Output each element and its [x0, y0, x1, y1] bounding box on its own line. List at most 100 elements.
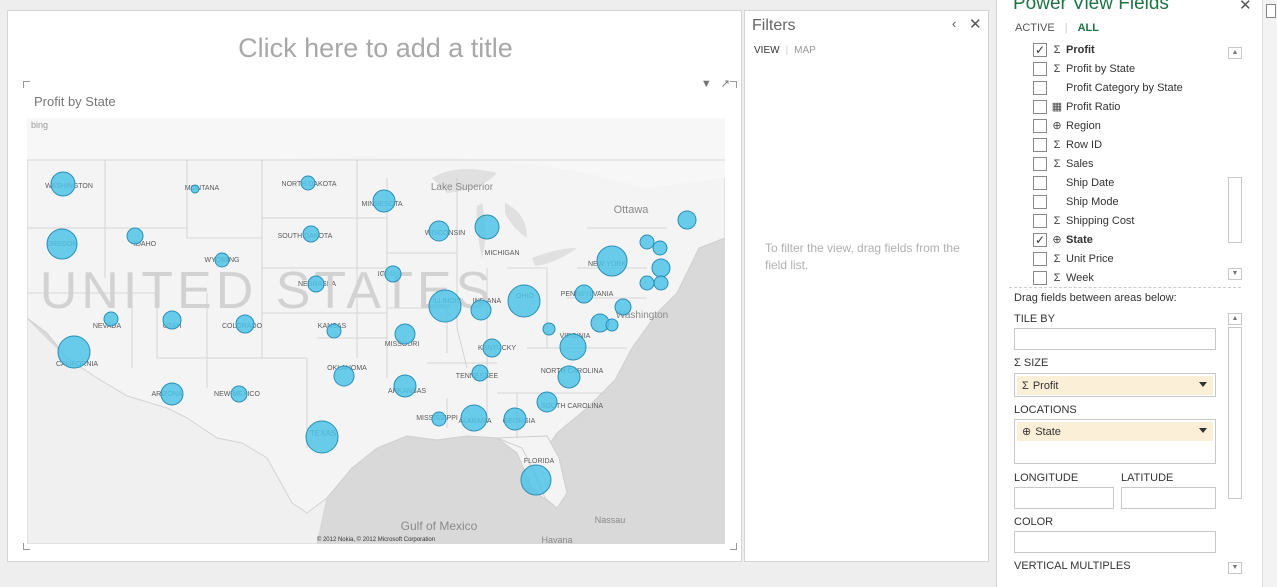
- field-item[interactable]: Σ Profit by State: [1033, 59, 1233, 78]
- profit-bubble[interactable]: [162, 310, 182, 330]
- locations-dropzone[interactable]: ⊕ State: [1014, 419, 1216, 464]
- field-list-scrollbar[interactable]: [1228, 177, 1242, 243]
- close-icon[interactable]: ✕: [969, 15, 982, 33]
- profit-bubble[interactable]: [333, 365, 355, 387]
- profit-bubble[interactable]: [372, 189, 396, 213]
- profit-bubble[interactable]: [230, 385, 248, 403]
- profit-bubble[interactable]: [235, 314, 255, 334]
- chevron-left-icon[interactable]: ‹: [952, 16, 956, 31]
- profit-bubble[interactable]: [482, 338, 502, 358]
- profit-bubble[interactable]: [394, 323, 416, 345]
- profit-bubble[interactable]: [474, 214, 500, 240]
- profit-bubble[interactable]: [305, 420, 339, 454]
- field-checkbox[interactable]: [1033, 175, 1047, 190]
- report-title-placeholder[interactable]: Click here to add a title: [8, 33, 743, 64]
- field-item[interactable]: ✓ ⊕ State: [1033, 230, 1233, 249]
- profit-bubble[interactable]: [214, 252, 230, 268]
- latitude-dropzone[interactable]: [1121, 487, 1216, 509]
- field-item[interactable]: Profit Category by State: [1033, 78, 1233, 97]
- size-dropzone[interactable]: Σ Profit: [1014, 373, 1216, 397]
- field-item[interactable]: Σ Shipping Cost: [1033, 211, 1233, 230]
- profit-bubble[interactable]: [103, 311, 119, 327]
- color-dropzone[interactable]: [1014, 531, 1216, 553]
- field-checkbox[interactable]: [1033, 80, 1047, 95]
- close-icon[interactable]: ✕: [1239, 0, 1252, 14]
- field-checkbox[interactable]: [1033, 270, 1047, 285]
- areas-scroll-down-button[interactable]: ▼: [1228, 562, 1242, 574]
- filter-icon[interactable]: ▼: [701, 78, 712, 90]
- map-area[interactable]: WASHINGTONMONTANANORTH DAKOTAMINNESOTASO…: [27, 118, 725, 544]
- profit-bubble[interactable]: [503, 407, 527, 431]
- scroll-up-button[interactable]: ▲: [1228, 47, 1242, 59]
- profit-bubble[interactable]: [431, 411, 447, 427]
- field-checkbox[interactable]: ✓: [1033, 232, 1047, 247]
- profit-bubble[interactable]: [470, 299, 492, 321]
- profit-bubble[interactable]: [302, 225, 320, 243]
- tab-all[interactable]: ALL: [1078, 22, 1099, 34]
- profit-bubble[interactable]: [639, 234, 655, 250]
- profit-bubble[interactable]: [652, 240, 668, 256]
- field-item[interactable]: Ship Mode: [1033, 192, 1233, 211]
- profit-bubble[interactable]: [605, 318, 619, 332]
- areas-scroll-up-button[interactable]: ▲: [1228, 313, 1242, 325]
- profit-bubble[interactable]: [651, 258, 671, 278]
- profit-bubble[interactable]: [559, 333, 587, 361]
- profit-bubble[interactable]: [542, 322, 556, 336]
- field-item[interactable]: ✓ Σ Profit: [1033, 40, 1233, 59]
- profit-bubble[interactable]: [307, 275, 325, 293]
- locations-field-state[interactable]: ⊕ State: [1017, 422, 1213, 441]
- size-field-profit[interactable]: Σ Profit: [1017, 376, 1213, 395]
- dropdown-arrow-icon[interactable]: [1199, 428, 1207, 433]
- profit-bubble[interactable]: [471, 364, 489, 382]
- profit-bubble[interactable]: [50, 171, 76, 197]
- profit-bubble[interactable]: [428, 289, 462, 323]
- field-item[interactable]: Ship Date: [1033, 173, 1233, 192]
- field-item[interactable]: ⊕ Region: [1033, 116, 1233, 135]
- field-checkbox[interactable]: [1033, 118, 1047, 133]
- field-item[interactable]: ▦ Profit Ratio: [1033, 97, 1233, 116]
- dropdown-arrow-icon[interactable]: [1199, 382, 1207, 387]
- restore-box[interactable]: [1266, 4, 1276, 18]
- profit-bubble[interactable]: [507, 284, 541, 318]
- profit-bubble[interactable]: [126, 227, 144, 245]
- longitude-dropzone[interactable]: [1014, 487, 1114, 509]
- profit-bubble[interactable]: [428, 220, 450, 242]
- field-checkbox[interactable]: [1033, 99, 1047, 114]
- profit-bubble[interactable]: [520, 464, 552, 496]
- tab-map[interactable]: MAP: [794, 45, 816, 56]
- scroll-down-button[interactable]: ▼: [1228, 268, 1242, 280]
- profit-bubble[interactable]: [300, 175, 316, 191]
- field-item[interactable]: Σ Sales: [1033, 154, 1233, 173]
- profit-bubble[interactable]: [326, 323, 342, 339]
- pop-out-icon[interactable]: ↗: [721, 78, 730, 90]
- profit-bubble[interactable]: [57, 335, 91, 369]
- tile-by-dropzone[interactable]: [1014, 328, 1216, 350]
- profit-bubble[interactable]: [536, 391, 558, 413]
- map-visualization[interactable]: Profit by State ▼ ↗ MONTANA NORTH DAKOTA…: [23, 78, 737, 550]
- profit-bubble[interactable]: [574, 284, 594, 304]
- field-checkbox[interactable]: [1033, 251, 1047, 266]
- profit-bubble[interactable]: [190, 184, 200, 194]
- field-item[interactable]: Σ Row ID: [1033, 135, 1233, 154]
- areas-scrollbar[interactable]: [1228, 327, 1242, 499]
- profit-bubble[interactable]: [677, 210, 697, 230]
- profit-bubble[interactable]: [160, 382, 184, 406]
- profit-bubble[interactable]: [614, 298, 632, 316]
- field-checkbox[interactable]: [1033, 137, 1047, 152]
- profit-bubble[interactable]: [384, 265, 402, 283]
- field-checkbox[interactable]: [1033, 61, 1047, 76]
- field-checkbox[interactable]: ✓: [1033, 42, 1047, 57]
- field-item[interactable]: Σ Unit Price: [1033, 249, 1233, 268]
- tab-active[interactable]: ACTIVE: [1015, 22, 1055, 34]
- field-checkbox[interactable]: [1033, 156, 1047, 171]
- profit-bubble[interactable]: [46, 228, 78, 260]
- profit-bubble[interactable]: [460, 404, 488, 432]
- field-checkbox[interactable]: [1033, 194, 1047, 209]
- profit-bubble[interactable]: [596, 245, 628, 277]
- profit-bubble[interactable]: [653, 275, 669, 291]
- profit-bubble[interactable]: [639, 275, 655, 291]
- report-canvas[interactable]: Click here to add a title Profit by Stat…: [7, 10, 742, 562]
- field-checkbox[interactable]: [1033, 213, 1047, 228]
- field-item[interactable]: Σ Week: [1033, 268, 1233, 285]
- profit-bubble[interactable]: [557, 365, 581, 389]
